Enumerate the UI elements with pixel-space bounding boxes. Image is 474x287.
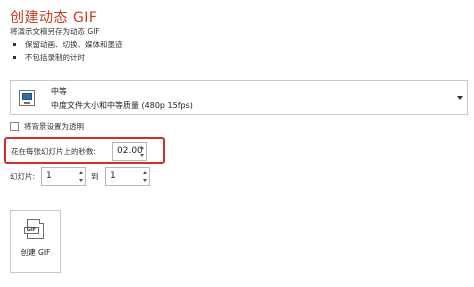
spin-up-icon[interactable] xyxy=(140,146,144,149)
feature-text: 保留动画、切换、媒体和墨迹 xyxy=(25,40,123,49)
spin-down-icon[interactable] xyxy=(140,154,144,157)
slide-range-label: 幻灯片: xyxy=(10,172,36,181)
page-description: 将演示文稿另存为动态 GIF xyxy=(10,27,100,36)
gif-tag-text: GIF xyxy=(24,227,39,234)
chevron-down-icon[interactable] xyxy=(457,96,463,100)
transparent-background-label: 将背景设置为透明 xyxy=(24,122,84,131)
feature-text: 不包括录制的计时 xyxy=(25,53,85,62)
monitor-icon xyxy=(19,90,35,106)
quality-selected-label: 中等 xyxy=(51,87,67,96)
feature-item: 保留动画、切换、媒体和墨迹 xyxy=(10,38,123,51)
spin-down-icon[interactable] xyxy=(143,179,147,182)
create-gif-button[interactable]: GIF 创建 GIF xyxy=(10,210,61,273)
feature-list: 保留动画、切换、媒体和墨迹 不包括录制的计时 xyxy=(10,38,123,64)
slide-from-value: 1 xyxy=(46,171,52,181)
slide-to-label: 到 xyxy=(91,172,99,181)
slide-from-input[interactable]: 1 xyxy=(41,167,86,186)
seconds-per-slide-label: 花在每张幻灯片上的秒数: xyxy=(11,147,97,156)
seconds-per-slide-input[interactable]: 02.00 xyxy=(112,142,147,161)
gif-file-icon: GIF xyxy=(24,219,44,239)
spin-down-icon[interactable] xyxy=(79,179,83,182)
page-title: 创建动态 GIF xyxy=(10,10,98,26)
quality-selected-detail: 中度文件大小和中等质量 (480p 15fps) xyxy=(51,101,193,110)
bullet-icon xyxy=(13,43,16,46)
slide-to-input[interactable]: 1 xyxy=(105,167,150,186)
seconds-per-slide-value: 02.00 xyxy=(117,146,143,156)
spin-up-icon[interactable] xyxy=(79,171,83,174)
create-gif-label: 创建 GIF xyxy=(20,248,51,257)
transparent-background-checkbox[interactable] xyxy=(10,122,19,131)
feature-item: 不包括录制的计时 xyxy=(10,51,123,64)
quality-dropdown[interactable]: 中等 中度文件大小和中等质量 (480p 15fps) xyxy=(10,80,468,115)
slide-to-value: 1 xyxy=(110,171,116,181)
bullet-icon xyxy=(13,56,16,59)
spin-up-icon[interactable] xyxy=(143,171,147,174)
